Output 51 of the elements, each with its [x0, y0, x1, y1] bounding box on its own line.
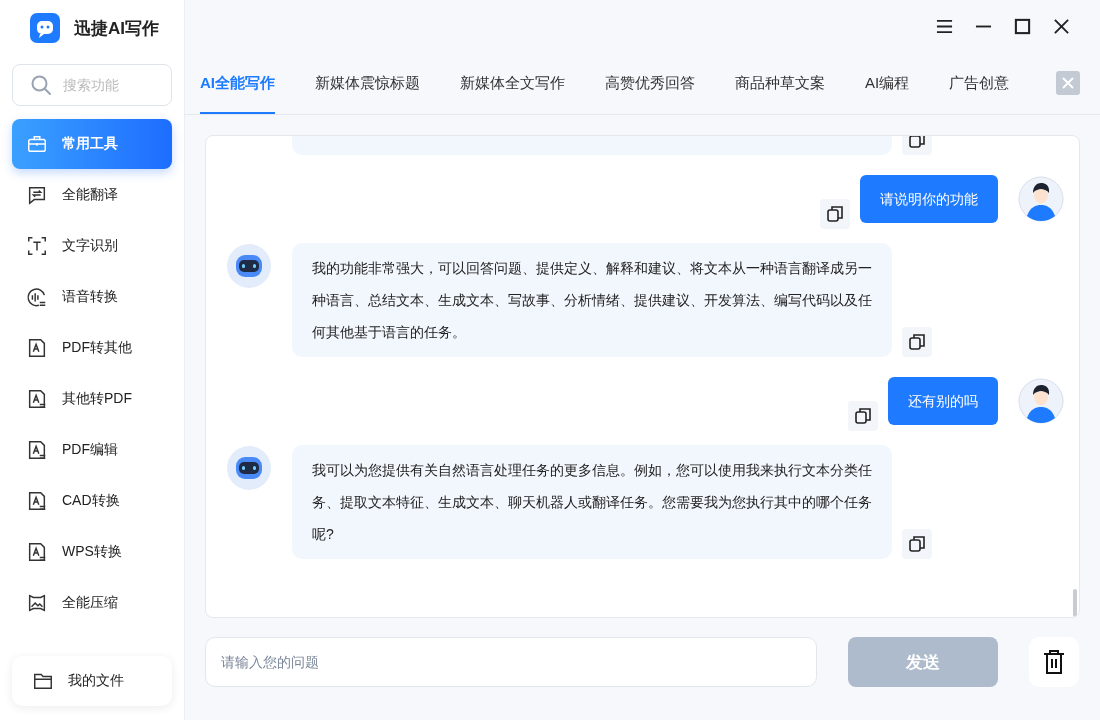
copy-icon[interactable]: [820, 199, 850, 229]
message-bubble: 我的功能非常强大，可以回答问题、提供定义、解释和建议、将文本从一种语言翻译成另一种语言、总结文本、生成文本、写故事、分析情绪、提供建议、开发算法、编写代码以及任何其他基于语言的任务。: [292, 243, 892, 357]
message-bubble: 请说明你的功能: [860, 175, 998, 223]
sidebar-item[interactable]: CAD转换: [12, 476, 172, 526]
toolbox-icon: [26, 133, 48, 155]
sound-wave-icon: [26, 286, 48, 308]
image-icon: [26, 592, 48, 614]
scrollbar[interactable]: [1073, 589, 1077, 617]
document-icon: [26, 388, 48, 410]
sidebar-item[interactable]: 文字识别: [12, 221, 172, 271]
question-input[interactable]: 请输入您的问题: [205, 637, 817, 687]
copy-icon[interactable]: [902, 529, 932, 559]
trash-icon: [1043, 650, 1065, 674]
sidebar-item[interactable]: WPS转换: [12, 527, 172, 577]
menu-icon[interactable]: [936, 17, 953, 35]
user-avatar-icon: [1018, 176, 1064, 222]
search-icon: [30, 74, 52, 96]
document-icon: [26, 490, 48, 512]
close-icon[interactable]: [1053, 17, 1070, 35]
tab[interactable]: 商品种草文案: [735, 52, 825, 114]
text-scan-icon: [26, 235, 48, 257]
search-field[interactable]: 搜索功能: [12, 64, 172, 106]
tab[interactable]: 新媒体震惊标题: [315, 52, 420, 114]
app-title: 迅捷AI写作: [74, 17, 159, 40]
tab[interactable]: 新媒体全文写作: [460, 52, 565, 114]
sidebar-item[interactable]: 语音转换: [12, 272, 172, 322]
message-bubble: 我可以为您提供有关自然语言处理任务的更多信息。例如，您可以使用我来执行文本分类任务、提取文本特征、生成文本、聊天机器人或翻译任务。您需要我为您执行其中的哪个任务呢?: [292, 445, 892, 559]
robot-avatar-icon: [226, 243, 272, 289]
tab[interactable]: AI全能写作: [200, 52, 275, 114]
delete-button[interactable]: [1029, 637, 1079, 687]
tab[interactable]: AI编程: [865, 52, 910, 114]
tab[interactable]: 高赞优秀回答: [605, 52, 695, 114]
copy-icon[interactable]: [848, 401, 878, 431]
robot-avatar-icon: [226, 445, 272, 491]
sidebar-item[interactable]: 其他转PDF: [12, 374, 172, 424]
sidebar-item[interactable]: 常用工具: [12, 119, 172, 169]
document-icon: [26, 439, 48, 461]
chat-swap-icon: [26, 184, 48, 206]
message-bubble: 还有别的吗: [888, 377, 998, 425]
sidebar-item[interactable]: 全能压缩: [12, 578, 172, 628]
app-logo-icon: [30, 13, 60, 43]
sidebar-item[interactable]: 全能翻译: [12, 170, 172, 220]
copy-icon[interactable]: [902, 327, 932, 357]
sidebar-item[interactable]: PDF编辑: [12, 425, 172, 475]
tab[interactable]: 广告创意: [949, 52, 1010, 114]
my-files-button[interactable]: 我的文件: [12, 656, 172, 706]
sidebar-item[interactable]: PDF转其他: [12, 323, 172, 373]
maximize-icon[interactable]: [1014, 17, 1031, 35]
user-avatar-icon: [1018, 378, 1064, 424]
document-icon: [26, 337, 48, 359]
document-icon: [26, 541, 48, 563]
